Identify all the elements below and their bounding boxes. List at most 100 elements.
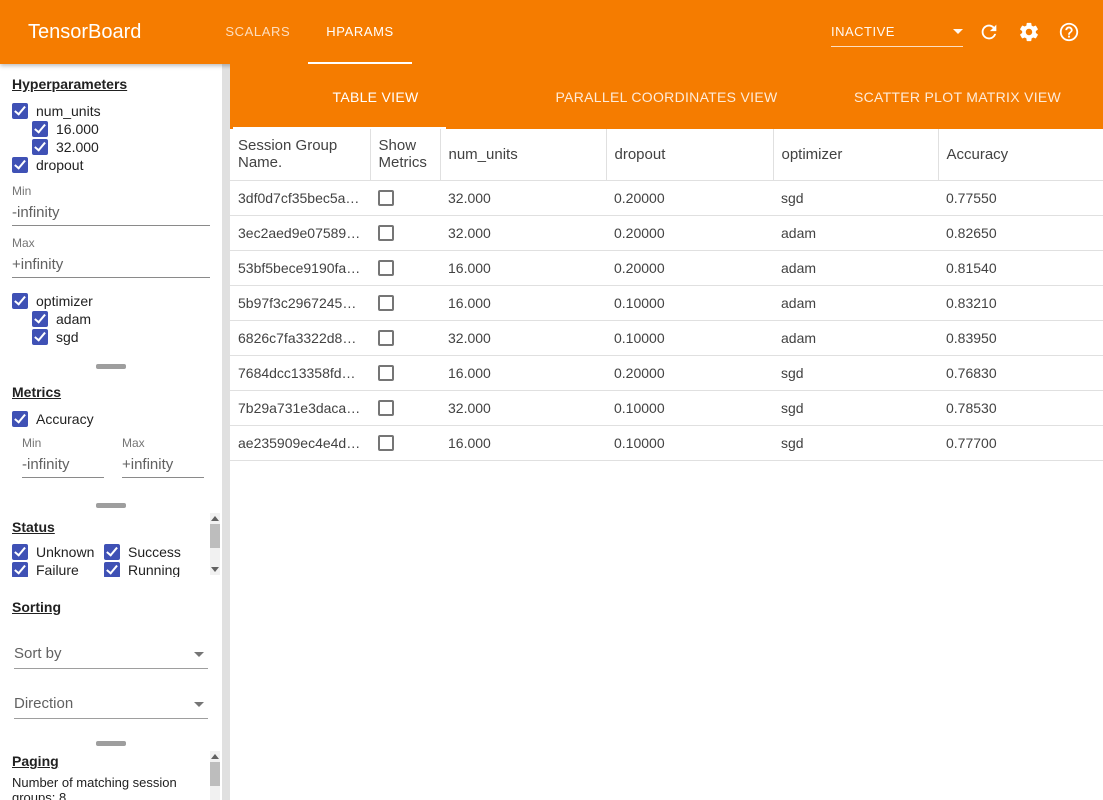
status-panel: Status Unknown Success Failure Running <box>0 511 222 577</box>
accuracy-cell: 0.76830 <box>938 355 1103 390</box>
session-group-name-cell: 7b29a731e3daca… <box>230 390 370 425</box>
optimizer-sgd-checkbox[interactable] <box>32 329 48 345</box>
panel-resize-handle[interactable] <box>0 737 222 749</box>
show-metrics-checkbox[interactable] <box>378 330 394 346</box>
dropout-cell: 0.10000 <box>606 320 773 355</box>
column-header-optimizer: optimizer <box>773 129 938 180</box>
dropout-checkbox[interactable] <box>12 157 28 173</box>
status-running-checkbox[interactable] <box>104 562 120 577</box>
metric-max-input[interactable] <box>122 450 204 478</box>
show-metrics-checkbox[interactable] <box>378 225 394 241</box>
dropout-max-label: Max <box>12 236 210 250</box>
tab-table-view[interactable]: TABLE VIEW <box>230 64 521 129</box>
accuracy-cell: 0.82650 <box>938 215 1103 250</box>
num-units-32-checkbox[interactable] <box>32 139 48 155</box>
scroll-down-icon[interactable] <box>211 567 219 572</box>
show-metrics-cell <box>370 355 440 390</box>
status-scrollbar[interactable] <box>210 513 220 575</box>
metrics-heading: Metrics <box>12 384 210 400</box>
table-header-row: Session Group Name.Show Metricsnum_units… <box>230 129 1103 180</box>
dropout-cell: 0.10000 <box>606 390 773 425</box>
optimizer-sgd-label: sgd <box>56 329 79 345</box>
direction-value: Direction <box>14 695 73 712</box>
settings-button[interactable] <box>1009 12 1049 52</box>
tab-hparams[interactable]: HPARAMS <box>308 0 412 64</box>
num-units-checkbox[interactable] <box>12 103 28 119</box>
table-row: 7b29a731e3daca…32.0000.10000sgd0.78530 <box>230 390 1103 425</box>
show-metrics-checkbox[interactable] <box>378 400 394 416</box>
num-units-label: num_units <box>36 103 101 119</box>
reload-status-value: INACTIVE <box>831 24 895 39</box>
num-units-cell: 32.000 <box>440 215 606 250</box>
optimizer-adam-checkbox[interactable] <box>32 311 48 327</box>
num-units-16-checkbox[interactable] <box>32 121 48 137</box>
panel-resize-handle[interactable] <box>0 499 222 511</box>
direction-select[interactable]: Direction <box>14 689 208 719</box>
num-units-cell: 32.000 <box>440 180 606 215</box>
optimizer-label: optimizer <box>36 293 93 309</box>
metric-min-input[interactable] <box>22 450 104 478</box>
session-group-name-cell: 5b97f3c2967245b… <box>230 285 370 320</box>
top-app-bar: TensorBoard SCALARS HPARAMS INACTIVE <box>0 0 1103 64</box>
show-metrics-checkbox[interactable] <box>378 365 394 381</box>
paging-panel: Paging Number of matching session groups… <box>0 749 222 800</box>
metric-min-label: Min <box>22 436 104 450</box>
column-header-num-units: num_units <box>440 129 606 180</box>
sort-by-select[interactable]: Sort by <box>14 639 208 669</box>
session-group-name-cell: ae235909ec4e4d… <box>230 425 370 460</box>
metric-minmax: Min Max <box>22 436 204 478</box>
status-row: Failure Running <box>12 561 202 577</box>
session-group-name-cell: 53bf5bece9190fa… <box>230 250 370 285</box>
status-unknown-checkbox[interactable] <box>12 544 28 560</box>
scrollbar-thumb[interactable] <box>210 524 220 548</box>
show-metrics-cell <box>370 320 440 355</box>
optimizer-cell: sgd <box>773 425 938 460</box>
tab-scalars[interactable]: SCALARS <box>207 0 308 64</box>
dropout-max-input[interactable] <box>12 250 210 278</box>
paging-scrollbar[interactable] <box>210 751 220 800</box>
optimizer-adam-label: adam <box>56 311 91 327</box>
status-success-checkbox[interactable] <box>104 544 120 560</box>
session-group-name-cell: 6826c7fa3322d82… <box>230 320 370 355</box>
accuracy-cell: 0.77700 <box>938 425 1103 460</box>
dropout-cell: 0.10000 <box>606 425 773 460</box>
num-units-16-label: 16.000 <box>56 121 99 137</box>
scroll-up-icon[interactable] <box>211 516 219 521</box>
column-header-show-metrics: Show Metrics <box>370 129 440 180</box>
table-row: ae235909ec4e4d…16.0000.10000sgd0.77700 <box>230 425 1103 460</box>
accuracy-checkbox[interactable] <box>12 411 28 427</box>
optimizer-cell: adam <box>773 285 938 320</box>
scrollbar-thumb[interactable] <box>210 762 220 786</box>
dropout-min-label: Min <box>12 184 210 198</box>
show-metrics-checkbox[interactable] <box>378 295 394 311</box>
scroll-up-icon[interactable] <box>211 754 219 759</box>
session-groups-table-view: Session Group Name.Show Metricsnum_units… <box>230 129 1103 800</box>
show-metrics-checkbox[interactable] <box>378 190 394 206</box>
dropout-min-input[interactable] <box>12 198 210 226</box>
dropout-cell: 0.10000 <box>606 285 773 320</box>
reload-status-dropdown[interactable]: INACTIVE <box>831 17 963 47</box>
accuracy-cell: 0.83950 <box>938 320 1103 355</box>
optimizer-cell: sgd <box>773 180 938 215</box>
metric-max-label: Max <box>122 436 204 450</box>
optimizer-checkbox[interactable] <box>12 293 28 309</box>
session-group-name-cell: 7684dcc13358fd0… <box>230 355 370 390</box>
show-metrics-checkbox[interactable] <box>378 435 394 451</box>
show-metrics-cell <box>370 390 440 425</box>
tab-parallel-coordinates-view[interactable]: PARALLEL COORDINATES VIEW <box>521 64 812 129</box>
accuracy-cell: 0.81540 <box>938 250 1103 285</box>
status-failure-checkbox[interactable] <box>12 562 28 577</box>
session-group-name-cell: 3ec2aed9e07589f… <box>230 215 370 250</box>
table-row: 7684dcc13358fd0…16.0000.20000sgd0.76830 <box>230 355 1103 390</box>
show-metrics-checkbox[interactable] <box>378 260 394 276</box>
accuracy-label: Accuracy <box>36 411 94 427</box>
panel-resize-handle[interactable] <box>0 360 222 372</box>
panel-gap <box>0 577 222 587</box>
refresh-button[interactable] <box>969 12 1009 52</box>
sorting-panel: Sorting Sort by Direction <box>0 587 222 737</box>
accuracy-cell: 0.83210 <box>938 285 1103 320</box>
dropout-label: dropout <box>36 157 83 173</box>
help-button[interactable] <box>1049 12 1089 52</box>
tab-scatter-plot-matrix-view[interactable]: SCATTER PLOT MATRIX VIEW <box>812 64 1103 129</box>
num-units-value-row: 16.000 <box>32 120 210 138</box>
